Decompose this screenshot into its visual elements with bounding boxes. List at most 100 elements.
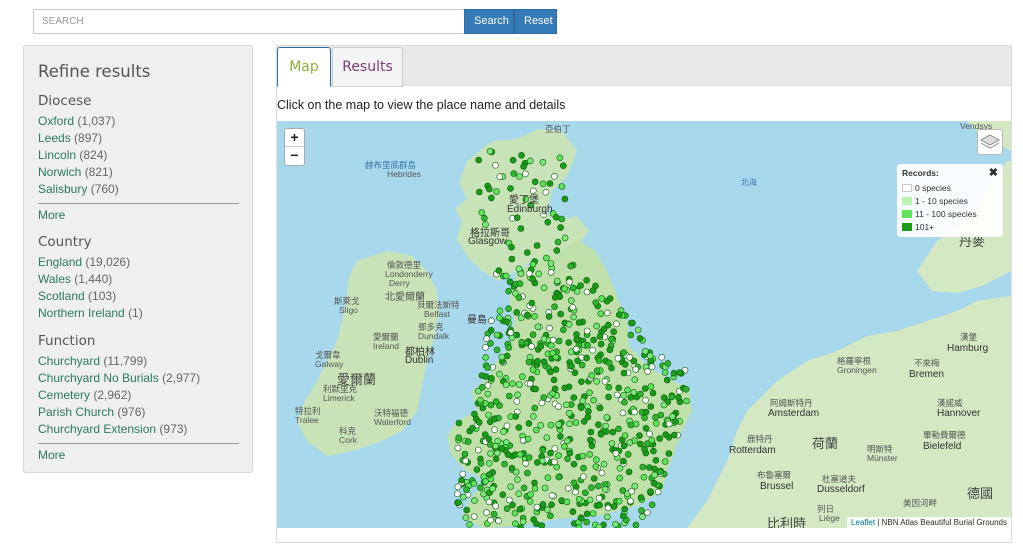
- site-marker: [478, 209, 486, 216]
- leaflet-link[interactable]: Leaflet: [851, 518, 875, 527]
- site-marker: [518, 151, 525, 159]
- site-marker: [641, 445, 648, 453]
- map-canvas[interactable]: 亞伯丁 赫布里底群島 Hebrides 北海 愛丁堡 Edinburgh 格拉斯…: [277, 121, 1011, 528]
- site-marker: [476, 188, 483, 196]
- tab-map[interactable]: Map: [277, 47, 331, 87]
- site-marker: [484, 390, 492, 398]
- site-marker: [529, 275, 536, 283]
- site-marker: [683, 397, 690, 405]
- site-marker: [470, 480, 478, 487]
- facet-link-northern-ireland[interactable]: Northern Ireland: [38, 306, 125, 320]
- site-marker: [580, 418, 588, 425]
- facet-link-parish-church[interactable]: Parish Church: [38, 405, 114, 419]
- site-marker: [477, 396, 484, 404]
- site-marker: [602, 422, 609, 430]
- site-marker: [516, 381, 523, 388]
- site-marker: [516, 173, 523, 180]
- facet-link-salisbury[interactable]: Salisbury: [38, 182, 87, 196]
- site-marker: [454, 483, 462, 491]
- map-label: Hamburg: [947, 343, 989, 354]
- site-marker: [593, 322, 600, 330]
- site-marker: [493, 331, 501, 339]
- site-marker: [533, 503, 541, 511]
- site-marker: [532, 520, 540, 528]
- facet-link-wales[interactable]: Wales: [38, 272, 71, 286]
- zoom-in-button[interactable]: +: [285, 129, 304, 147]
- site-marker: [560, 326, 567, 334]
- site-marker: [616, 464, 624, 472]
- site-marker: [546, 324, 553, 332]
- facet-link-norwich[interactable]: Norwich: [38, 165, 81, 179]
- site-marker: [509, 380, 516, 388]
- facet-link-england[interactable]: England: [38, 255, 82, 269]
- site-marker: [461, 450, 469, 458]
- facet-link-churchyard-extension[interactable]: Churchyard Extension: [38, 422, 156, 436]
- site-marker: [538, 399, 546, 407]
- site-marker: [527, 157, 534, 165]
- site-marker: [528, 343, 535, 350]
- site-marker: [524, 249, 531, 256]
- facet-link-cemetery[interactable]: Cemetery: [38, 388, 90, 402]
- reset-button[interactable]: Reset: [514, 9, 557, 34]
- site-marker: [559, 162, 567, 170]
- facet-link-lincoln[interactable]: Lincoln: [38, 148, 76, 162]
- site-marker: [501, 460, 508, 468]
- more-link-diocese[interactable]: More: [38, 208, 238, 222]
- map-label: Limerick: [323, 393, 355, 403]
- search-button[interactable]: Search: [464, 9, 514, 34]
- legend-row: 101+: [902, 220, 998, 233]
- site-marker: [610, 503, 618, 510]
- site-marker: [583, 510, 591, 518]
- facet-title-country: Country: [38, 234, 92, 250]
- site-marker: [548, 342, 555, 349]
- site-marker: [572, 345, 580, 353]
- more-link-function[interactable]: More: [38, 448, 238, 462]
- site-marker: [554, 238, 562, 246]
- facet-link-oxford[interactable]: Oxford: [38, 114, 74, 128]
- site-marker: [524, 311, 531, 319]
- site-marker: [557, 433, 564, 440]
- site-marker: [588, 484, 595, 491]
- site-marker: [544, 218, 552, 226]
- facet-link-churchyard-no-burials[interactable]: Churchyard No Burials: [38, 371, 159, 385]
- site-marker: [615, 311, 623, 318]
- map-label: 曼島: [467, 315, 487, 326]
- legend-row: 0 species: [902, 181, 998, 194]
- close-icon[interactable]: ✖: [989, 166, 998, 179]
- site-marker: [511, 509, 519, 517]
- facet-link-churchyard[interactable]: Churchyard: [38, 354, 100, 368]
- site-marker: [627, 497, 634, 505]
- site-marker: [507, 329, 514, 336]
- site-marker: [496, 307, 504, 315]
- site-marker: [455, 434, 462, 442]
- site-marker: [597, 310, 605, 317]
- site-marker: [583, 327, 591, 335]
- facet-item: Lincoln (824): [38, 147, 238, 164]
- legend-label: 101+: [915, 221, 935, 232]
- site-marker: [482, 344, 489, 351]
- tab-results[interactable]: Results: [332, 47, 403, 87]
- facet-count: (897): [74, 131, 103, 145]
- site-marker: [642, 396, 649, 404]
- site-marker: [529, 366, 537, 373]
- facet-link-scotland[interactable]: Scotland: [38, 289, 85, 303]
- search-input[interactable]: [33, 9, 464, 34]
- site-marker: [495, 517, 502, 525]
- facet-item: Leeds (897): [38, 130, 238, 147]
- facet-link-leeds[interactable]: Leeds: [38, 131, 71, 145]
- site-marker: [597, 340, 605, 348]
- site-marker: [463, 486, 470, 494]
- site-marker: [483, 335, 490, 342]
- facet-item: Churchyard Extension (973): [38, 421, 238, 438]
- site-marker: [548, 492, 556, 499]
- site-marker: [505, 305, 512, 312]
- site-marker: [663, 376, 671, 384]
- site-marker: [565, 321, 573, 328]
- zoom-out-button[interactable]: −: [285, 147, 304, 165]
- layers-button[interactable]: [977, 129, 1003, 155]
- site-marker: [537, 343, 545, 350]
- facet-count: (1): [128, 306, 143, 320]
- site-marker: [632, 521, 640, 528]
- facet-item: Scotland (103): [38, 288, 238, 305]
- site-marker: [487, 441, 494, 448]
